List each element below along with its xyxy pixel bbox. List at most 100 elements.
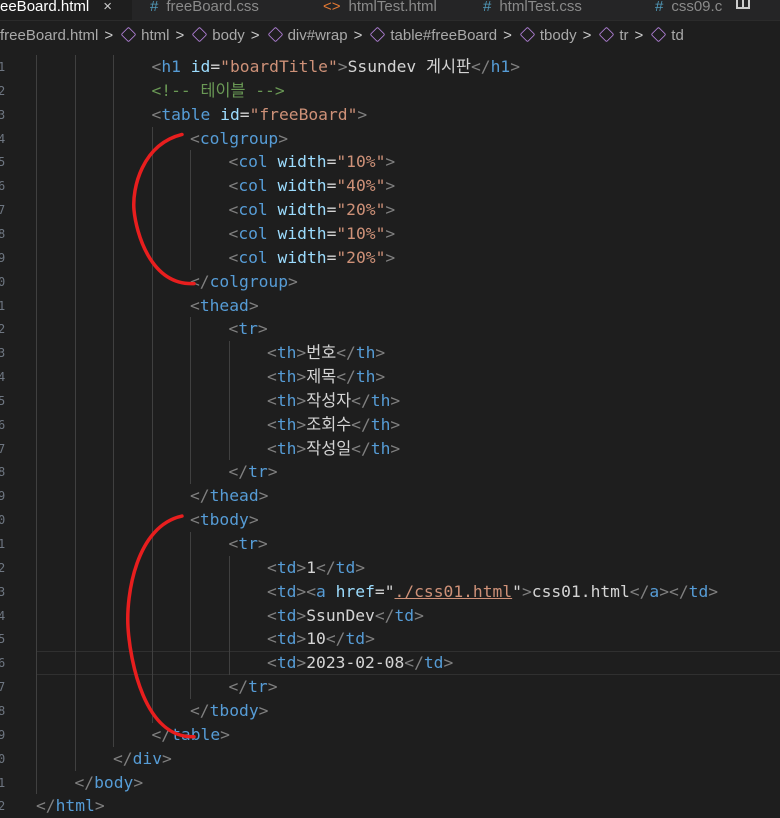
code-token: </: [36, 796, 56, 816]
code-token: td: [394, 605, 415, 625]
code-token: >: [443, 653, 454, 673]
code-token: a: [649, 581, 660, 601]
line-number: 1: [0, 298, 6, 313]
code-token: </: [404, 653, 424, 673]
code-token: 2023-02-08: [306, 653, 405, 673]
code-token: </: [336, 367, 356, 387]
tab-eeboard-html[interactable]: eeBoard.html ×: [0, 0, 132, 20]
code-token: ></: [659, 581, 689, 601]
code-token: th: [370, 414, 391, 434]
code-token: >: [357, 104, 368, 124]
breadcrumb-item[interactable]: div#wrap: [266, 22, 348, 50]
code-line: <!-- 테이블 -->: [152, 79, 285, 103]
indent-guide: [74, 55, 76, 771]
code-token: td: [276, 629, 297, 649]
chevron-right-icon: >: [175, 27, 185, 44]
line-number: 1: [0, 537, 6, 551]
code-token: <: [228, 223, 239, 243]
indent-guide: [228, 341, 230, 461]
close-icon[interactable]: ×: [103, 0, 112, 15]
line-number: 2: [0, 322, 6, 337]
line-number: 2: [0, 83, 6, 98]
code-line: <col width="20%">: [229, 198, 396, 222]
breadcrumb-label: tbody: [539, 27, 577, 44]
code-token: 1: [306, 557, 317, 577]
code-token: <: [228, 534, 239, 553]
code-token: "40%": [336, 176, 386, 196]
line-number: 9: [0, 250, 6, 265]
code-token: >: [296, 605, 307, 625]
code-token: >: [385, 223, 396, 243]
line-number: 9: [0, 727, 6, 742]
code-token: =: [210, 57, 221, 76]
code-line: </div>: [113, 747, 172, 771]
code-token: <: [228, 176, 239, 196]
breadcrumb-item[interactable]: html: [119, 22, 170, 50]
code-token: </: [351, 390, 371, 410]
breadcrumb-item[interactable]: tr: [597, 22, 629, 50]
code-token: tr: [238, 534, 258, 553]
tab-htmltest-html[interactable]: <> htmlTest.html: [305, 0, 465, 20]
breadcrumb-label: body: [212, 27, 245, 44]
tab-freeboard-css[interactable]: # freeBoard.css: [132, 0, 305, 20]
line-number: 6: [0, 656, 6, 671]
code-token: >: [414, 605, 424, 625]
chevron-right-icon: >: [250, 27, 260, 44]
line-number: 5: [0, 155, 6, 170]
code-token: <: [228, 319, 239, 339]
code-editor[interactable]: 1 2 3 4 5 6 7 8 9 0 1 2 3 4 5 6 7 8 9 0 1 2 3 4 5 6 7 8 9 0 1 2 <h1 id="…: [0, 55, 780, 816]
code-line: </tbody>: [190, 699, 268, 723]
line-number: 5: [0, 393, 6, 408]
code-token: <: [267, 390, 277, 410]
tab-bar-divider: [0, 20, 780, 21]
code-token: </: [325, 629, 346, 649]
code-token: </: [190, 700, 210, 720]
code-line: </body>: [75, 771, 144, 795]
code-token: table: [161, 104, 211, 124]
line-number: 1: [0, 775, 6, 790]
code-token: >: [288, 271, 298, 291]
tab-htmltest-css[interactable]: # htmlTest.css: [465, 0, 637, 20]
code-token: <!-- 테이블 -->: [151, 80, 285, 100]
code-token: <: [267, 557, 277, 577]
breadcrumb-item[interactable]: freeBoard.html: [0, 22, 98, 50]
chevron-right-icon: >: [503, 27, 512, 44]
breadcrumb-item[interactable]: body: [190, 22, 245, 50]
code-token: >: [296, 629, 307, 649]
code-token: colgroup: [199, 128, 279, 148]
code-token: th: [276, 438, 297, 458]
code-token: <: [151, 104, 162, 124]
indent-guide: [228, 555, 230, 676]
code-token: <: [267, 438, 277, 458]
code-token: >: [248, 295, 259, 315]
code-line: </thead>: [190, 484, 268, 508]
code-token: >: [385, 200, 396, 220]
html-element-icon: [519, 26, 536, 43]
html-element-icon: [120, 26, 137, 43]
line-number: 8: [0, 465, 6, 480]
line-number: 2: [0, 799, 6, 814]
code-token: col: [238, 152, 268, 172]
code-token: =: [326, 176, 337, 196]
breadcrumb-item[interactable]: tbody: [518, 22, 577, 50]
code-token: width: [277, 223, 327, 243]
code-token: td: [423, 653, 444, 673]
code-token: </: [151, 724, 172, 744]
breadcrumb-item[interactable]: td: [649, 22, 684, 50]
code-token: </: [190, 486, 210, 506]
line-number: 3: [0, 107, 6, 122]
code-token: </: [374, 605, 395, 625]
breadcrumb-item[interactable]: table#freeBoard: [368, 22, 497, 50]
split-editor-icon[interactable]: [736, 0, 750, 9]
code-token: th: [355, 367, 376, 387]
code-line: <th>제목</th>: [267, 365, 385, 389]
code-token: >: [296, 557, 307, 577]
code-token: "10%": [336, 152, 386, 172]
code-token: id: [220, 104, 240, 124]
code-token: >: [267, 462, 278, 482]
code-token: =: [326, 247, 337, 267]
code-token: =: [326, 223, 337, 243]
